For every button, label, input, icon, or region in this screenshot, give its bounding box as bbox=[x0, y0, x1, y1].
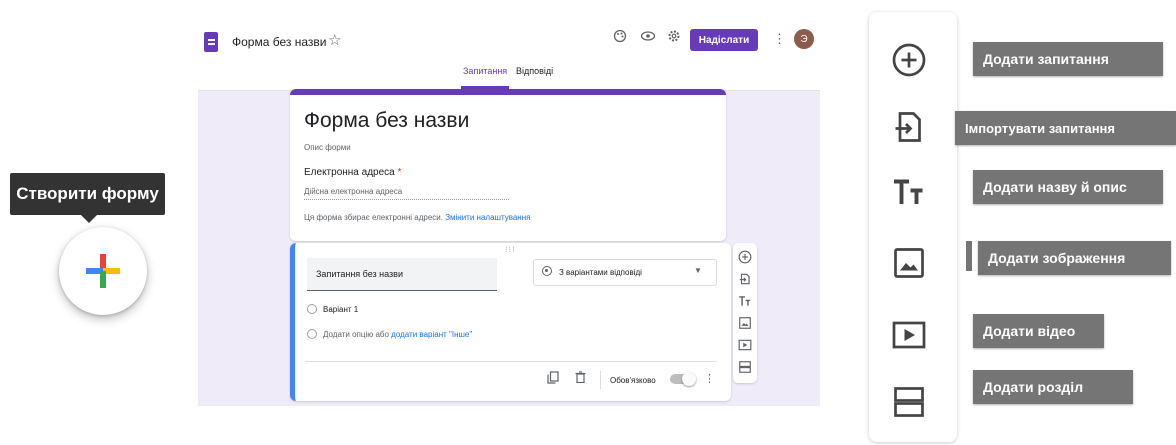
create-form-button[interactable] bbox=[59, 227, 147, 315]
palette-icon[interactable] bbox=[613, 29, 627, 46]
add-video-icon[interactable] bbox=[891, 317, 927, 353]
add-image-icon[interactable] bbox=[891, 245, 927, 281]
required-label: Обов'язково bbox=[610, 376, 656, 385]
tooltip-text: Створити форму bbox=[16, 184, 159, 203]
or-text: або bbox=[375, 330, 389, 339]
duplicate-icon[interactable] bbox=[547, 371, 559, 387]
add-title-label: Додати назву й опис bbox=[973, 170, 1163, 204]
import-questions-icon[interactable] bbox=[738, 272, 752, 286]
card-divider bbox=[305, 361, 717, 362]
tab-answers[interactable]: Відповіді bbox=[516, 66, 553, 76]
add-image-icon[interactable] bbox=[738, 316, 752, 330]
preview-eye-icon[interactable] bbox=[640, 29, 656, 46]
collect-note-text: Ця форма збирає електронні адреси. bbox=[304, 213, 443, 222]
import-questions-icon[interactable] bbox=[891, 109, 927, 145]
send-button-label: Надіслати bbox=[698, 34, 750, 46]
add-other-link[interactable]: додати варіант "Інше" bbox=[391, 330, 472, 339]
add-question-icon[interactable] bbox=[891, 42, 927, 78]
form-title[interactable]: Форма без назви bbox=[304, 109, 469, 133]
more-vert-icon[interactable]: ⋮ bbox=[704, 372, 715, 385]
collect-email-note: Ця форма збирає електронні адреси. Зміни… bbox=[304, 213, 530, 222]
add-title-icon[interactable] bbox=[738, 294, 752, 308]
question-title-text: Запитання без назви bbox=[316, 269, 403, 279]
tab-questions[interactable]: Запитання bbox=[463, 66, 507, 76]
avatar-initial: Э bbox=[800, 33, 808, 45]
email-field: Дійсна електронна адреса bbox=[304, 187, 509, 200]
change-settings-link[interactable]: Змінити налаштування bbox=[445, 213, 530, 222]
question-type-label: З варіантами відповіді bbox=[559, 268, 642, 277]
question-type-select[interactable]: З варіантами відповіді ▼ bbox=[533, 259, 717, 286]
plus-icon bbox=[86, 254, 120, 288]
question-card[interactable]: ⁝⁝⁝ Запитання без назви З варіантами від… bbox=[290, 243, 731, 401]
create-form-tooltip: Створити форму bbox=[10, 173, 165, 223]
required-star: * bbox=[397, 167, 402, 178]
question-toolbar-enlarged bbox=[869, 12, 957, 442]
option-radio-icon bbox=[307, 304, 317, 314]
trash-icon[interactable] bbox=[575, 371, 586, 386]
email-question-label: Електронна адреса * bbox=[304, 167, 401, 178]
import-questions-label: Імпортувати запитання bbox=[955, 111, 1176, 145]
add-section-label: Додати розділ bbox=[973, 370, 1133, 404]
more-vert-icon[interactable]: ⋮ bbox=[773, 31, 786, 47]
add-option-link[interactable]: Додати опцію bbox=[323, 330, 373, 339]
document-title[interactable]: Форма без назви bbox=[232, 35, 326, 49]
form-title-card: Форма без назви Опис форми Електронна ад… bbox=[290, 89, 726, 241]
star-icon[interactable]: ☆ bbox=[328, 31, 341, 49]
radio-button-icon bbox=[542, 266, 552, 276]
forms-logo-icon[interactable] bbox=[204, 32, 218, 52]
top-bar: Форма без назви ☆ Надіслати ⋮ Э Запитанн… bbox=[198, 22, 820, 91]
add-question-icon[interactable] bbox=[738, 250, 752, 264]
add-video-icon[interactable] bbox=[738, 338, 752, 352]
form-description[interactable]: Опис форми bbox=[304, 143, 351, 152]
add-title-icon[interactable] bbox=[891, 174, 927, 210]
add-video-label: Додати відео bbox=[973, 314, 1104, 348]
option-1-label[interactable]: Варіант 1 bbox=[323, 305, 358, 314]
add-question-label: Додати запитання bbox=[973, 42, 1163, 76]
add-section-icon[interactable] bbox=[891, 384, 927, 420]
question-title-field[interactable]: Запитання без назви bbox=[307, 258, 497, 291]
footer-separator bbox=[600, 371, 601, 389]
settings-gear-icon[interactable] bbox=[667, 29, 681, 46]
forms-editor-window: Форма без назви ☆ Надіслати ⋮ Э Запитанн… bbox=[198, 22, 820, 406]
avatar[interactable]: Э bbox=[794, 29, 814, 49]
add-image-label: Додати зображення bbox=[978, 241, 1171, 275]
question-toolbar bbox=[733, 243, 757, 383]
add-section-icon[interactable] bbox=[738, 360, 752, 374]
email-label-text: Електронна адреса bbox=[304, 167, 395, 178]
required-toggle[interactable] bbox=[670, 372, 696, 386]
label-edge-mark bbox=[966, 241, 972, 271]
drag-handle-icon[interactable]: ⁝⁝⁝ bbox=[505, 245, 516, 254]
add-option-row: Додати опцію або додати варіант "Інше" bbox=[323, 330, 472, 339]
caret-down-icon: ▼ bbox=[694, 266, 702, 275]
add-option-radio-icon bbox=[307, 329, 317, 339]
send-button[interactable]: Надіслати bbox=[690, 29, 758, 51]
